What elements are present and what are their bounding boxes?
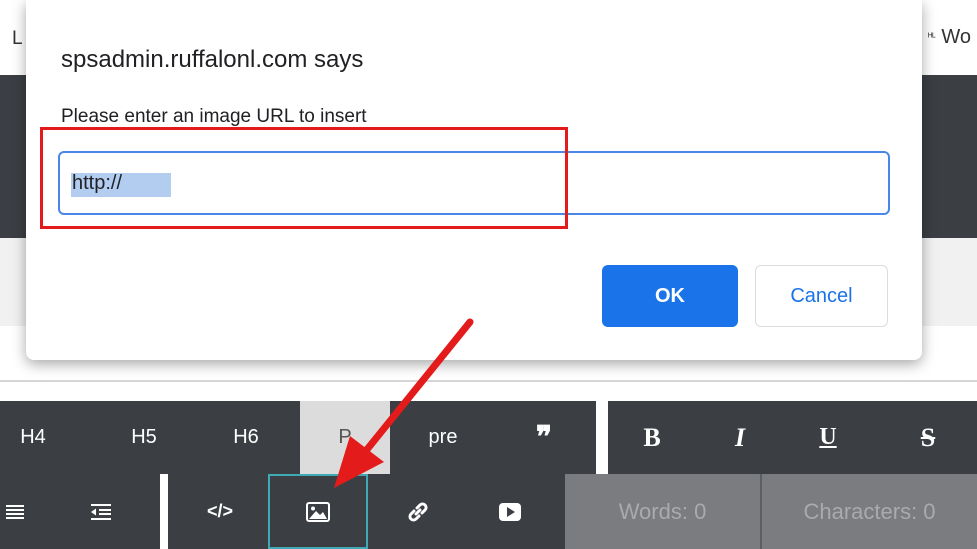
background-text-right: ᴴᴸ Wo xyxy=(928,26,971,49)
italic-button[interactable]: I xyxy=(712,401,768,474)
outdent-icon xyxy=(91,503,111,520)
heading-h5-button[interactable]: H5 xyxy=(100,401,188,474)
image-icon xyxy=(306,501,330,522)
insert-link-button[interactable] xyxy=(388,474,448,549)
page-divider xyxy=(0,380,977,382)
insert-image-button[interactable] xyxy=(268,474,368,549)
character-count: Characters: 0 xyxy=(762,474,977,549)
heading-h6-button[interactable]: H6 xyxy=(198,401,294,474)
background-icon: ᴴᴸ xyxy=(928,32,936,44)
blockquote-button[interactable]: ❞ xyxy=(510,401,578,474)
align-justify-icon xyxy=(6,504,24,519)
ok-button[interactable]: OK xyxy=(602,265,738,327)
background-text-right-label: Wo xyxy=(941,26,972,48)
preformatted-button[interactable]: pre xyxy=(404,401,482,474)
bold-button[interactable]: B xyxy=(624,401,680,474)
link-icon xyxy=(408,501,428,522)
toolbar-separator xyxy=(596,401,608,474)
code-button[interactable]: </> xyxy=(182,474,258,549)
code-icon: </> xyxy=(206,501,234,521)
dialog-title: spsadmin.ruffalonl.com says xyxy=(61,46,364,73)
insert-video-button[interactable] xyxy=(480,474,540,549)
heading-h4-button[interactable]: H4 xyxy=(0,401,66,474)
strikethrough-button[interactable]: S xyxy=(900,401,956,474)
cancel-button[interactable]: Cancel xyxy=(755,265,888,327)
background-text-left: L xyxy=(12,28,23,49)
toolbar-separator xyxy=(160,474,168,549)
word-count: Words: 0 xyxy=(565,474,760,549)
dialog-message: Please enter an image URL to insert xyxy=(61,106,367,127)
paragraph-button[interactable]: P xyxy=(300,401,390,474)
annotation-highlight-box xyxy=(40,127,568,229)
quote-icon: ❞ xyxy=(535,421,553,454)
justify-button[interactable] xyxy=(0,474,30,549)
outdent-button[interactable] xyxy=(76,474,126,549)
youtube-icon xyxy=(499,502,521,521)
underline-button[interactable]: U xyxy=(800,401,856,474)
